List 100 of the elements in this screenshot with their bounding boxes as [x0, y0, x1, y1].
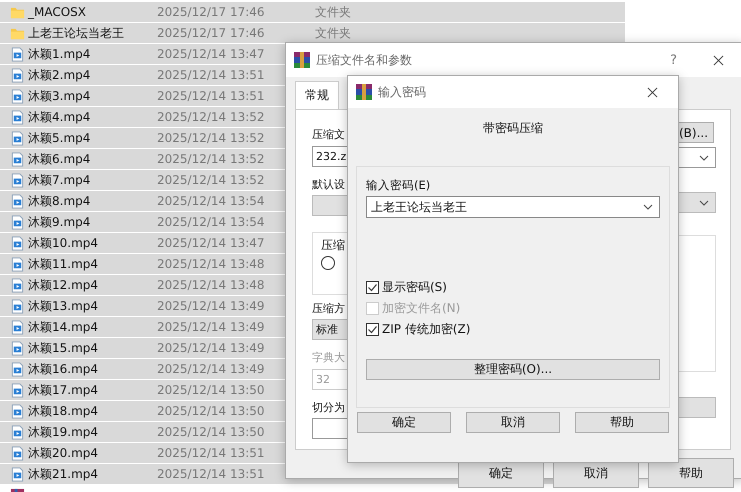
file-type: 文件夹 [315, 4, 351, 20]
file-date: 2025/12/14 13:51 [157, 467, 265, 481]
video-file-icon [10, 466, 25, 482]
video-file-icon [10, 110, 25, 124]
chevron-icon [699, 154, 709, 160]
video-file-icon [10, 88, 25, 104]
video-file-icon [10, 362, 25, 376]
chevron-icon [643, 204, 653, 210]
video-file-icon [10, 152, 25, 166]
tab[interactable]: 常规 [295, 81, 339, 109]
video-file-icon [10, 382, 25, 398]
video-file-icon [10, 446, 25, 460]
file-date: 2025/12/14 13:52 [157, 110, 265, 124]
file-name[interactable]: 沐颖5.mp4 [28, 130, 157, 146]
archive-name-dropdown[interactable] [678, 147, 716, 168]
file-name[interactable]: 上老王论坛当老王 [28, 24, 157, 42]
file-date: 2025/12/14 13:49 [157, 362, 265, 376]
file-date: 2025/12/14 13:51 [157, 68, 265, 82]
file-type: 文件夹 [315, 24, 351, 42]
file-date: 2025/12/14 13:48 [157, 257, 265, 271]
video-file-icon [10, 278, 25, 292]
field-label: 切分为 [312, 400, 346, 416]
file-name[interactable]: 沐颖6.mp4 [28, 150, 157, 168]
file-date: 2025/12/14 13:50 [157, 383, 265, 397]
video-file-icon [10, 130, 25, 146]
file-date: 2025/12/14 13:51 [157, 446, 265, 460]
archive-app-icon [356, 84, 372, 100]
password-field[interactable]: 上老王论坛当老王 [366, 196, 660, 218]
split-dropdown[interactable] [678, 397, 716, 418]
close-icon[interactable] [647, 86, 658, 98]
file-date: 2025/12/14 13:52 [157, 173, 265, 187]
close-icon[interactable] [713, 54, 724, 66]
chevron-icon [699, 200, 709, 206]
radio-button[interactable] [321, 256, 335, 270]
file-date: 2025/12/17 17:46 [157, 5, 265, 19]
checkbox-checked[interactable] [366, 322, 379, 336]
file-name[interactable]: 沐颖14.mp4 [28, 318, 157, 336]
video-file-icon [10, 172, 25, 188]
file-name[interactable]: 沐颖21.mp4 [28, 466, 157, 482]
file-date: 2025/12/14 13:47 [157, 236, 265, 250]
checkbox-label: ZIP 传统加密(Z) [382, 320, 470, 338]
file-name[interactable]: 沐颖8.mp4 [28, 192, 157, 210]
video-file-icon [10, 236, 25, 250]
video-file-icon [10, 68, 25, 82]
profile-dropdown[interactable] [678, 192, 716, 213]
file-name[interactable]: 沐颖20.mp4 [28, 444, 157, 462]
archive-app-icon [294, 52, 310, 68]
file-name[interactable]: 沐颖1.mp4 [28, 46, 157, 62]
field-label: 压缩方 [312, 300, 346, 316]
group-label: 压缩 [321, 236, 346, 253]
file-name[interactable]: 沐颖10.mp4 [28, 234, 157, 252]
password-text: 上老王论坛当老王 [371, 198, 467, 216]
video-file-icon [10, 256, 25, 272]
dialog-button[interactable]: 帮助 [648, 458, 734, 488]
field-label: 默认设 [312, 176, 346, 192]
file-name[interactable]: 沐颖16.mp4 [28, 360, 157, 378]
video-file-icon [10, 298, 25, 314]
method-dropdown[interactable]: 标准 [312, 319, 348, 340]
file-name[interactable]: 沐颖11.mp4 [28, 256, 157, 272]
video-file-icon [10, 320, 25, 334]
browse-button[interactable]: (B)... [678, 122, 714, 143]
help-button[interactable]: ? [670, 52, 677, 68]
file-date: 2025/12/14 13:52 [157, 131, 265, 145]
split-field[interactable] [312, 418, 348, 440]
file-date: 2025/12/14 13:52 [157, 152, 265, 166]
file-date: 2025/12/14 13:49 [157, 341, 265, 355]
field-label: 压缩文 [312, 127, 346, 143]
video-file-icon [10, 214, 25, 230]
window-title: 输入密码 [378, 84, 427, 100]
file-date: 2025/12/14 13:51 [157, 89, 265, 103]
dialog-button[interactable]: 取消 [466, 412, 560, 433]
file-date: 2025/12/14 13:54 [157, 194, 265, 208]
file-name[interactable]: 沐颖2.mp4 [28, 66, 157, 84]
checkbox-checked[interactable] [366, 280, 379, 294]
checkbox-label: 加密文件名(N) [382, 300, 460, 316]
file-name[interactable]: 沐颖9.mp4 [28, 214, 157, 230]
dialog-button[interactable]: 帮助 [575, 412, 669, 433]
file-name[interactable]: 沐颖12.mp4 [28, 276, 157, 294]
file-name[interactable]: 沐颖19.mp4 [28, 424, 157, 440]
dialog-heading: 带密码压缩 [483, 120, 543, 136]
file-name[interactable]: _MACOSX [28, 5, 157, 19]
file-date: 2025/12/14 13:50 [157, 404, 265, 418]
file-name[interactable]: 沐颖4.mp4 [28, 108, 157, 126]
file-name[interactable]: 沐颖18.mp4 [28, 402, 157, 420]
video-file-icon [10, 46, 25, 62]
file-name[interactable]: 沐颖17.mp4 [28, 382, 157, 398]
file-date: 2025/12/14 13:49 [157, 299, 265, 313]
profile-dropdown[interactable] [312, 195, 348, 216]
window-title: 压缩文件名和参数 [316, 52, 413, 68]
file-name[interactable]: 沐颖3.mp4 [28, 88, 157, 104]
file-date: 2025/12/14 13:50 [157, 425, 265, 439]
file-name[interactable]: 沐颖7.mp4 [28, 172, 157, 188]
file-name[interactable]: 沐颖13.mp4 [28, 298, 157, 314]
checkbox-label: 显示密码(S) [382, 278, 447, 296]
video-file-icon [10, 340, 25, 356]
file-date: 2025/12/14 13:49 [157, 320, 265, 334]
file-name[interactable]: 沐颖15.mp4 [28, 340, 157, 356]
organize-passwords-button[interactable]: 整理密码(O)... [366, 359, 660, 380]
dialog-button[interactable]: 确定 [357, 412, 451, 433]
file-date: 2025/12/14 13:48 [157, 278, 265, 292]
